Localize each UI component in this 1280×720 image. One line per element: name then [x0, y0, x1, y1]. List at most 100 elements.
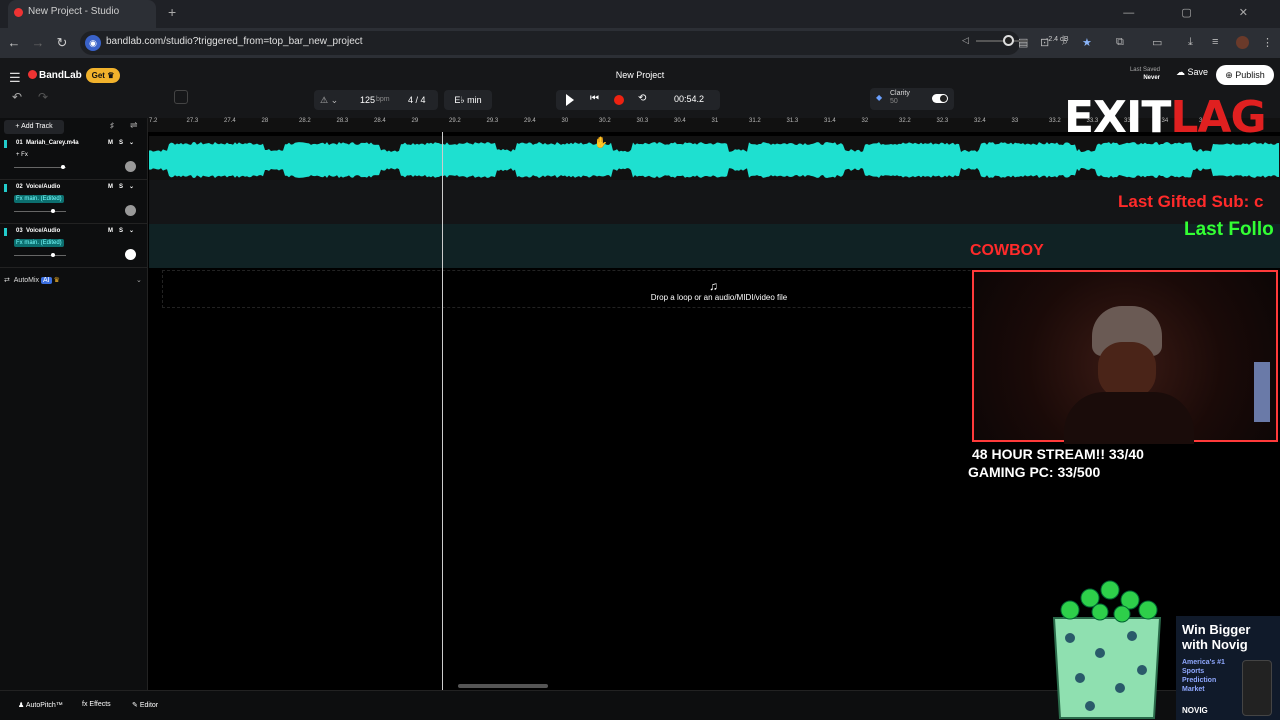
hamburger-menu-icon[interactable]: ☰ — [9, 70, 21, 86]
get-membership-button[interactable]: Get ♛ — [86, 68, 120, 83]
browser-menu-icon[interactable]: ⋮ — [1262, 36, 1273, 49]
track-header[interactable]: 01 Mariah_Carey.m4a + Fx MS⌄ — [0, 136, 148, 180]
reader-icon[interactable]: ▤ — [1018, 36, 1028, 49]
webcam-feed — [972, 270, 1278, 444]
track-fx-button[interactable]: Fx main. (Edited) — [14, 239, 64, 247]
redo-icon[interactable]: ↷ — [38, 90, 48, 104]
person-face — [1098, 342, 1156, 398]
solo-button[interactable]: S — [119, 184, 129, 190]
ruler-tick: 30.2 — [599, 118, 611, 124]
bookmark-star-icon[interactable]: ★ — [1082, 36, 1092, 49]
download-icon[interactable]: ⤓ — [1188, 36, 1193, 49]
exitlag-logo: EXITLAG — [1064, 92, 1267, 143]
new-tab-button[interactable]: + — [168, 4, 176, 20]
mute-button[interactable]: M — [108, 140, 119, 146]
forward-icon[interactable]: → — [30, 35, 46, 50]
master-volume-slider[interactable] — [976, 40, 1028, 42]
bpm-value[interactable]: 125 — [360, 95, 375, 105]
editor-button[interactable]: ✎ Editor — [132, 701, 158, 709]
audio-waveform[interactable] — [149, 142, 1280, 178]
chevron-down-icon[interactable]: ⌄ — [129, 140, 140, 146]
bandlab-logo[interactable]: BandLab — [28, 70, 82, 81]
track-volume-handle[interactable] — [61, 165, 66, 169]
key-selector[interactable]: E♭ min — [444, 90, 492, 110]
effects-button[interactable]: fx Effects — [82, 701, 111, 708]
solo-button[interactable]: S — [119, 140, 129, 146]
media-icon[interactable]: ≡ — [1212, 36, 1218, 48]
pan-knob[interactable] — [125, 249, 136, 260]
track-name[interactable]: Voice/Audio — [26, 184, 60, 190]
profile-avatar[interactable] — [1236, 36, 1249, 49]
clover-cup-graphic — [1052, 580, 1162, 719]
save-button[interactable]: ☁ Save — [1176, 67, 1208, 78]
master-mute-icon[interactable]: ◁ — [962, 35, 969, 46]
track-header[interactable]: 02 Voice/Audio Fx main. (Edited) MS⌄ — [0, 180, 148, 224]
track-name[interactable]: Voice/Audio — [26, 228, 60, 234]
automix-row[interactable]: ⇄ AutoMix AI ♛ ⌄ — [4, 276, 142, 284]
mute-button[interactable]: M — [108, 184, 119, 190]
ruler-tick: 7.2 — [149, 118, 158, 124]
globe-icon: ⊕ — [1225, 70, 1233, 80]
ruler-tick: 30.4 — [674, 118, 686, 124]
bandlab-favicon-icon — [14, 8, 23, 17]
clarity-toggle[interactable] — [932, 94, 948, 103]
site-info-icon[interactable]: ◉ — [85, 35, 101, 51]
track-volume-handle[interactable] — [51, 253, 55, 257]
track-settings-icon[interactable]: ⇌ — [130, 120, 138, 131]
skip-to-start-icon[interactable]: ⏮ — [590, 93, 599, 104]
track-lane-3[interactable] — [149, 224, 1280, 268]
mute-button[interactable]: M — [108, 228, 119, 234]
browser-tab-bar: New Project - Studio + — ▢ ✕ — [0, 0, 1280, 28]
track-volume-handle[interactable] — [51, 209, 55, 213]
time-signature[interactable]: 4 / 4 — [408, 95, 426, 105]
clarity-control[interactable]: ◆ Clarity 50 — [870, 88, 954, 110]
track-volume-slider[interactable] — [14, 209, 66, 213]
track-fx-button[interactable]: Fx main. (Edited) — [14, 195, 64, 203]
chevron-down-icon[interactable]: ⌄ — [136, 276, 142, 284]
project-title[interactable]: New Project — [560, 70, 720, 80]
track-volume-slider[interactable] — [14, 165, 66, 169]
ruler-tick: 29.3 — [486, 118, 499, 124]
bandlab-logo-icon — [28, 70, 37, 79]
pan-knob[interactable] — [125, 161, 136, 172]
play-icon[interactable] — [566, 94, 574, 106]
track-volume-slider[interactable] — [14, 253, 66, 257]
track-header[interactable]: 03 Voice/Audio Fx main. (Edited) MS⌄ — [0, 224, 148, 268]
address-bar[interactable]: ◉ bandlab.com/studio?triggered_from=top_… — [80, 31, 1020, 55]
publish-button[interactable]: ⊕ Publish — [1216, 65, 1274, 85]
monitor-light — [1254, 362, 1270, 422]
extensions-icon[interactable]: ⧉ — [1116, 36, 1124, 49]
ruler-tick: 32.3 — [936, 118, 949, 124]
snap-toggle[interactable] — [174, 90, 188, 104]
tempo-control[interactable]: ⚠ ⌄ 125 bpm 4 / 4 — [314, 90, 438, 110]
sidebar-icon[interactable]: ▭ — [1152, 36, 1162, 49]
playhead[interactable] — [442, 132, 443, 690]
autopitch-button[interactable]: ♟ AutoPitch™ — [18, 701, 63, 709]
master-volume-handle[interactable] — [1003, 35, 1014, 46]
record-icon[interactable] — [614, 95, 624, 105]
browser-tab[interactable]: New Project - Studio — [8, 0, 156, 28]
horizontal-scrollbar[interactable] — [458, 684, 548, 688]
loop-icon[interactable]: ⟲ — [638, 93, 646, 104]
window-controls[interactable]: — ▢ ✕ — [1123, 6, 1270, 19]
track-fx-button[interactable]: + Fx — [14, 151, 30, 159]
back-icon[interactable]: ← — [6, 35, 22, 50]
tab-title: New Project - Studio — [28, 6, 120, 17]
solo-button[interactable]: S — [119, 228, 129, 234]
track-list: + Add Track ♯ ⇌ 01 Mariah_Carey.m4a + Fx M… — [0, 118, 148, 690]
reload-icon[interactable]: ↻ — [54, 35, 70, 51]
chevron-down-icon[interactable]: ⌄ — [129, 228, 140, 234]
pencil-icon: ✎ — [132, 702, 138, 709]
url-text[interactable]: bandlab.com/studio?triggered_from=top_ba… — [106, 36, 363, 47]
mic-icon — [4, 184, 7, 192]
ruler-tick: 29 — [411, 118, 419, 124]
chevron-down-icon[interactable]: ⌄ — [129, 184, 140, 190]
metronome-icon[interactable]: ⚠ ⌄ — [320, 95, 338, 106]
add-track-button[interactable]: + Add Track — [4, 120, 64, 134]
pan-knob[interactable] — [125, 205, 136, 216]
track-name[interactable]: Mariah_Carey.m4a — [26, 140, 79, 146]
track-lane-2[interactable] — [149, 180, 1280, 224]
ruler-tick: 28.3 — [336, 118, 349, 124]
tuner-icon[interactable]: ♯ — [110, 121, 114, 130]
undo-icon[interactable]: ↶ — [12, 90, 22, 104]
